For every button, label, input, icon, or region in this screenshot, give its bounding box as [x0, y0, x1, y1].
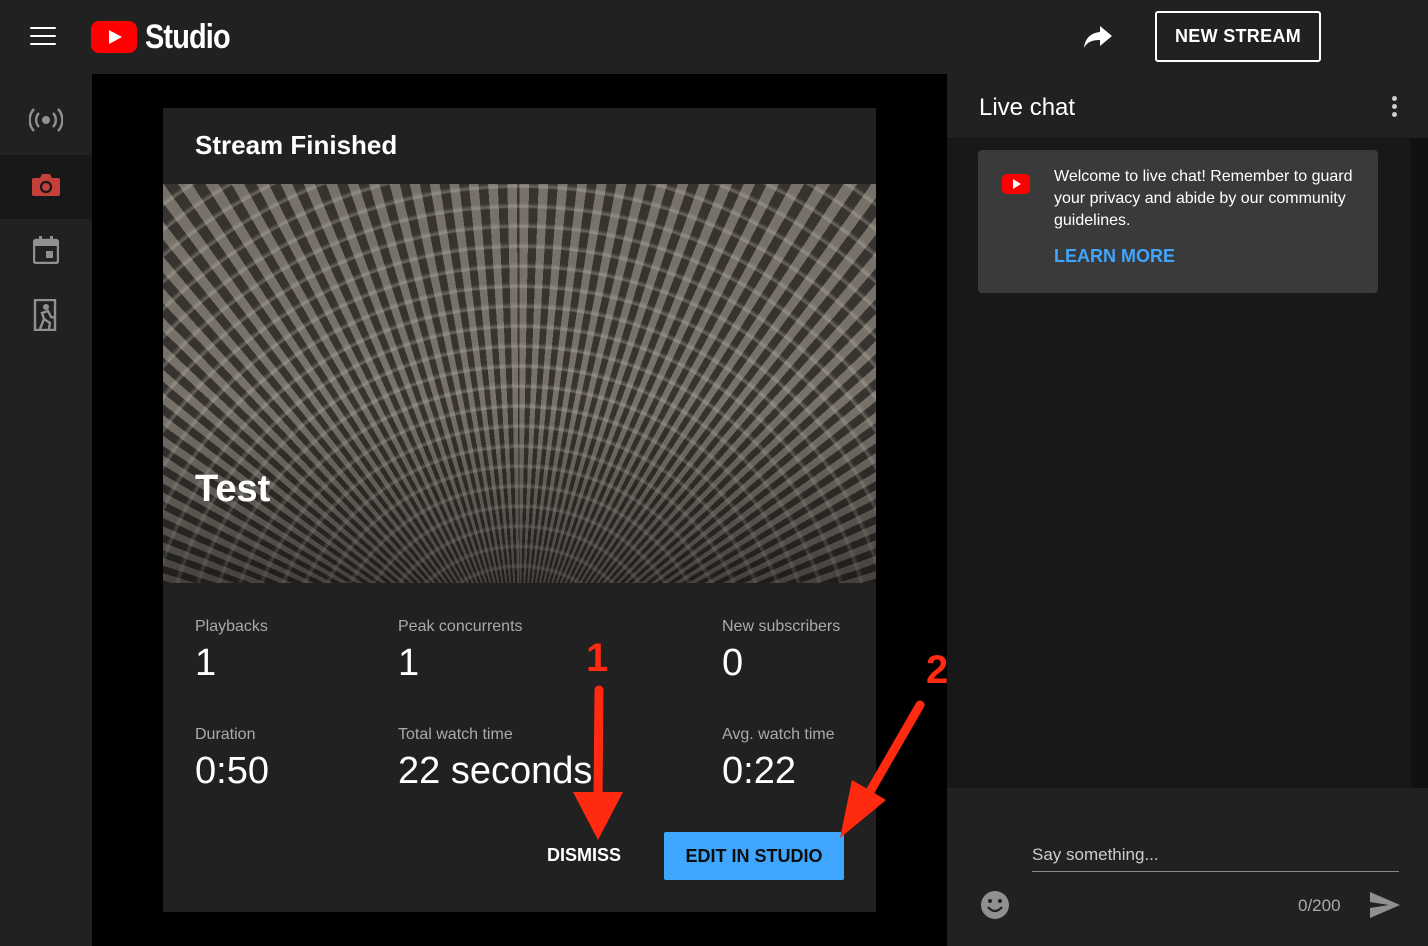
- stat-value: 0: [722, 642, 744, 684]
- stat-new-subscribers: New subscribers 0: [722, 618, 840, 685]
- stat-label: New subscribers: [722, 618, 841, 635]
- stat-avg-watch-time: Avg. watch time 0:22: [722, 726, 835, 793]
- stat-value: 0:22: [722, 750, 796, 792]
- edit-in-studio-button[interactable]: EDIT IN STUDIO: [664, 832, 844, 880]
- chat-message-input[interactable]: [1032, 838, 1399, 872]
- stat-duration: Duration 0:50: [195, 726, 269, 793]
- camera-icon: [31, 172, 61, 203]
- stat-label: Playbacks: [195, 618, 268, 635]
- logo-text: Studio: [145, 17, 231, 56]
- rail-item-webcam[interactable]: [0, 155, 92, 219]
- youtube-play-icon: [91, 21, 137, 53]
- thumbnail-shade: [163, 184, 876, 583]
- stream-thumbnail: Test: [163, 184, 876, 583]
- youtube-icon: [1002, 174, 1030, 194]
- chat-input-area: 0/200: [947, 788, 1428, 946]
- left-nav-rail: [0, 74, 92, 946]
- stat-total-watch-time: Total watch time 22 seconds: [398, 726, 592, 793]
- stat-value: 1: [195, 642, 217, 684]
- dismiss-button[interactable]: DISMISS: [533, 830, 635, 880]
- learn-more-link[interactable]: LEARN MORE: [1054, 246, 1175, 267]
- youtube-studio-logo[interactable]: Studio: [91, 18, 245, 56]
- top-app-bar: Studio NEW STREAM: [0, 0, 1428, 74]
- chat-scrollbar[interactable]: [1411, 139, 1428, 789]
- welcome-message: Welcome to live chat! Remember to guard …: [978, 150, 1378, 293]
- live-broadcast-icon: [28, 107, 64, 137]
- rail-item-stream[interactable]: [0, 90, 92, 154]
- stat-value: 0:50: [195, 750, 269, 792]
- exit-icon: [32, 298, 60, 336]
- main-stage: Stream Finished Test Playbacks 1 Peak co…: [92, 74, 947, 946]
- stat-value: 22 seconds: [398, 750, 593, 792]
- stat-label: Total watch time: [398, 726, 513, 743]
- send-icon[interactable]: [1369, 891, 1401, 919]
- calendar-icon: [32, 235, 60, 269]
- stat-peak-concurrents: Peak concurrents 1: [398, 618, 523, 685]
- rail-item-manage[interactable]: [0, 220, 92, 284]
- stat-label: Duration: [195, 726, 256, 743]
- share-icon[interactable]: [1082, 22, 1114, 52]
- live-chat-header: Live chat: [947, 74, 1428, 139]
- stat-label: Avg. watch time: [722, 726, 835, 743]
- stream-finished-card: Stream Finished Test Playbacks 1 Peak co…: [163, 108, 876, 912]
- live-chat-panel: Live chat Welcome to live chat! Remember…: [947, 74, 1428, 946]
- card-title: Stream Finished: [195, 130, 398, 160]
- welcome-text: Welcome to live chat! Remember to guard …: [1054, 168, 1353, 229]
- emoji-icon[interactable]: [980, 890, 1010, 920]
- stat-value: 1: [398, 642, 420, 684]
- rail-item-exit[interactable]: [0, 285, 92, 349]
- stream-title: Test: [195, 468, 271, 510]
- new-stream-button[interactable]: NEW STREAM: [1155, 11, 1321, 62]
- hamburger-menu-icon[interactable]: [30, 27, 56, 47]
- more-options-icon[interactable]: [1389, 96, 1399, 120]
- live-chat-title: Live chat: [979, 94, 1076, 121]
- stat-playbacks: Playbacks 1: [195, 618, 268, 685]
- character-counter: 0/200: [1298, 896, 1341, 915]
- stat-label: Peak concurrents: [398, 618, 523, 635]
